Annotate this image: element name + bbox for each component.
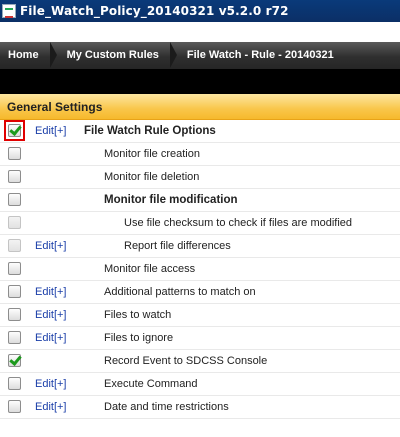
checkbox[interactable] bbox=[8, 331, 21, 344]
edit-link[interactable]: Edit[+] bbox=[35, 401, 67, 413]
checkbox[interactable] bbox=[8, 193, 21, 206]
checkbox bbox=[8, 239, 21, 252]
setting-row: Edit[+] File Watch Rule Options bbox=[0, 120, 400, 143]
setting-row: Monitor file deletion bbox=[0, 166, 400, 189]
checkbox[interactable] bbox=[8, 377, 21, 390]
setting-row: Monitor file creation bbox=[0, 143, 400, 166]
setting-label: Monitor file deletion bbox=[104, 171, 200, 183]
edit-link[interactable]: Edit[+] bbox=[35, 332, 67, 344]
setting-label: File Watch Rule Options bbox=[84, 125, 216, 137]
checkbox bbox=[8, 216, 21, 229]
setting-label: Execute Command bbox=[104, 378, 198, 390]
setting-row: Edit[+] Files to ignore bbox=[0, 327, 400, 350]
section-header: General Settings bbox=[0, 94, 400, 120]
title-spacer bbox=[0, 22, 400, 42]
setting-row: Edit[+] Date and time restrictions bbox=[0, 396, 400, 419]
setting-label: Use file checksum to check if files are … bbox=[124, 217, 353, 229]
section-title: General Settings bbox=[7, 100, 103, 114]
breadcrumb-my-custom-rules[interactable]: My Custom Rules bbox=[51, 42, 178, 69]
checkbox[interactable] bbox=[8, 147, 21, 160]
setting-row: Edit[+] Execute Command bbox=[0, 373, 400, 396]
edit-link[interactable]: Edit[+] bbox=[35, 378, 67, 390]
setting-row: Monitor file modification bbox=[0, 189, 400, 212]
toolbar-strip bbox=[0, 69, 400, 94]
setting-label: Additional patterns to match on bbox=[104, 286, 256, 298]
app-icon bbox=[2, 4, 16, 18]
checkbox[interactable] bbox=[8, 400, 21, 413]
checkbox[interactable] bbox=[8, 170, 21, 183]
setting-row: Record Event to SDCSS Console bbox=[0, 350, 400, 373]
window-titlebar: File_Watch_Policy_20140321 v5.2.0 r72 bbox=[0, 0, 400, 22]
edit-link[interactable]: Edit[+] bbox=[35, 240, 67, 252]
setting-label: Files to ignore bbox=[104, 332, 174, 344]
setting-label: Report file differences bbox=[124, 240, 231, 252]
edit-link[interactable]: Edit[+] bbox=[35, 286, 67, 298]
edit-link[interactable]: Edit[+] bbox=[35, 125, 67, 137]
checkbox-checked[interactable] bbox=[8, 354, 21, 367]
setting-label: Monitor file access bbox=[104, 263, 196, 275]
setting-row: Monitor file access bbox=[0, 258, 400, 281]
edit-link[interactable]: Edit[+] bbox=[35, 309, 67, 321]
window-title: File_Watch_Policy_20140321 v5.2.0 r72 bbox=[20, 4, 289, 18]
setting-row: Use file checksum to check if files are … bbox=[0, 212, 400, 235]
setting-label: Monitor file modification bbox=[104, 194, 238, 206]
setting-label: Date and time restrictions bbox=[104, 401, 229, 413]
setting-row: Edit[+] Additional patterns to match on bbox=[0, 281, 400, 304]
checkbox[interactable] bbox=[8, 262, 21, 275]
checkbox[interactable] bbox=[8, 308, 21, 321]
setting-row: Edit[+] Report file differences bbox=[0, 235, 400, 258]
setting-label: Monitor file creation bbox=[104, 148, 200, 160]
setting-label: Record Event to SDCSS Console bbox=[104, 355, 268, 367]
highlight-box bbox=[4, 120, 25, 141]
settings-list: Edit[+] File Watch Rule Options Monitor fi… bbox=[0, 120, 400, 419]
checkbox[interactable] bbox=[8, 285, 21, 298]
setting-row: Edit[+] Files to watch bbox=[0, 304, 400, 327]
breadcrumb: Home My Custom Rules File Watch - Rule -… bbox=[0, 42, 400, 69]
breadcrumb-home[interactable]: Home bbox=[0, 42, 57, 69]
breadcrumb-current-rule[interactable]: File Watch - Rule - 20140321 bbox=[171, 42, 346, 69]
setting-label: Files to watch bbox=[104, 309, 172, 321]
